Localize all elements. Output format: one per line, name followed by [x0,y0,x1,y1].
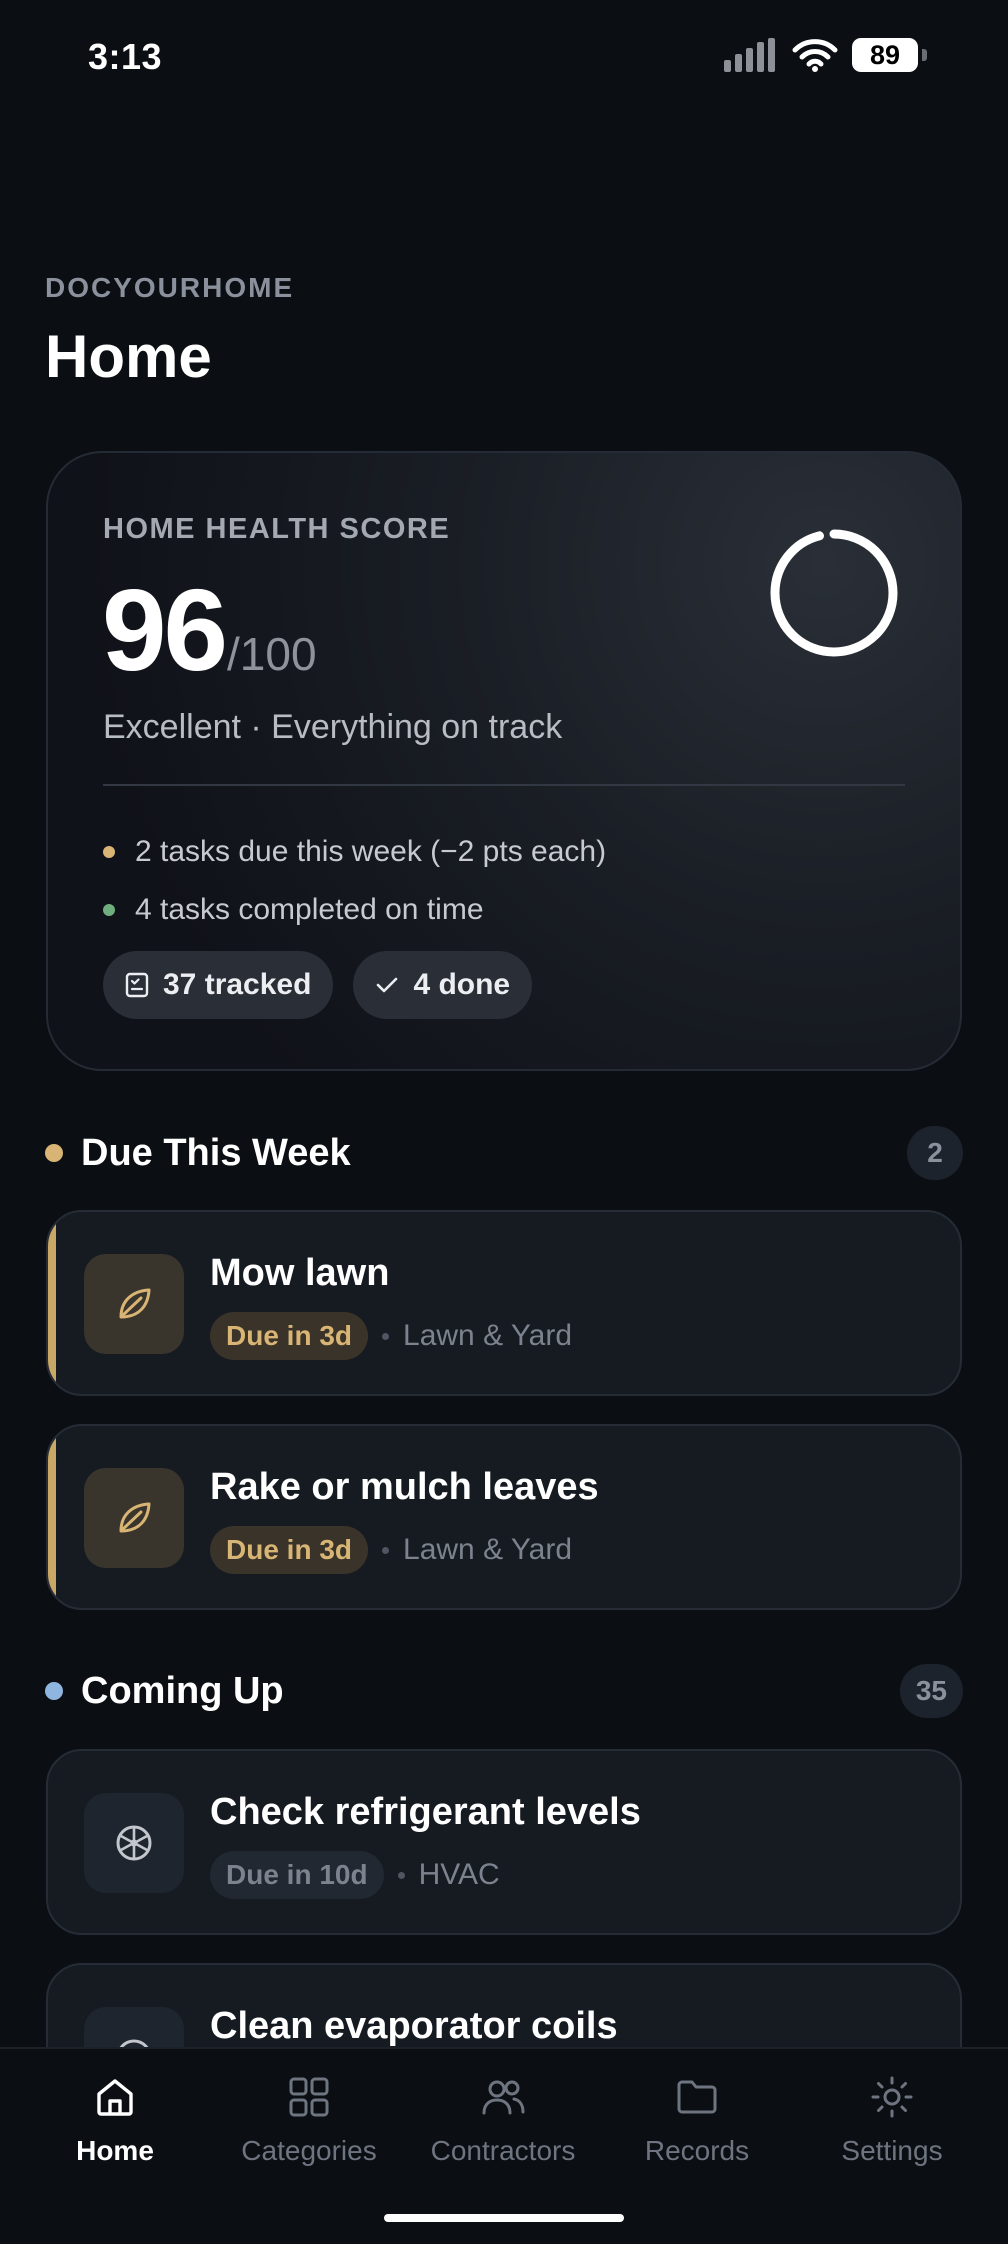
checklist-icon [125,972,149,998]
task-meta: Due in 10d HVAC [210,1851,500,1899]
nav-label: Settings [841,2135,943,2166]
health-chips: 37 tracked 4 done [103,951,533,1019]
bullet-text: 4 tasks completed on time [135,893,484,926]
section-count: 2 [907,1126,963,1180]
fan-icon [84,1793,184,1893]
task-title: Rake or mulch leaves [210,1466,599,1508]
health-score-ring [770,529,898,657]
task-card-mow-lawn[interactable]: Mow lawn Due in 3d Lawn & Yard [46,1210,962,1396]
people-icon [482,2080,525,2115]
nav-home[interactable]: Home [25,2073,205,2167]
nav-settings[interactable]: Settings [802,2073,982,2167]
grid-icon [289,2077,329,2117]
task-meta: Due in 3d Lawn & Yard [210,1526,572,1574]
meta-separator [397,1871,405,1879]
task-title: Mow lawn [210,1252,390,1294]
health-score-value: 96 [102,565,228,695]
divider [103,784,905,786]
signal-icon [724,38,775,72]
bullet-text: 2 tasks due this week (−2 pts each) [135,835,607,868]
task-card-check-refrigerant[interactable]: Check refrigerant levels Due in 10d HVAC [46,1749,962,1935]
task-card-rake-leaves[interactable]: Rake or mulch leaves Due in 3d Lawn & Ya… [46,1424,962,1610]
leaf-icon [84,1468,184,1568]
task-title: Clean evaporator coils [210,2005,618,2047]
task-category: Lawn & Yard [403,1533,573,1566]
task-title: Check refrigerant levels [210,1791,641,1833]
brand-label: DOCYOURHOME [45,272,295,303]
nav-categories[interactable]: Categories [219,2073,399,2167]
nav-records[interactable]: Records [607,2073,787,2167]
folder-icon [677,2080,717,2114]
sun-icon [871,2076,913,2118]
meta-separator [382,1332,390,1340]
due-badge: Due in 3d [210,1526,369,1574]
nav-label: Contractors [430,2135,576,2166]
nav-contractors[interactable]: Contractors [413,2073,593,2167]
done-chip[interactable]: 4 done [353,951,533,1019]
health-bullet-due: 2 tasks due this week (−2 pts each) [103,835,606,869]
health-score-card[interactable]: HOME HEALTH SCORE 96 /100 Excellent · Ev… [46,451,962,1071]
due-badge: Due in 10d [210,1851,384,1899]
task-category: Lawn & Yard [403,1319,573,1352]
nav-label: Records [644,2135,750,2166]
section-dot [45,1682,63,1700]
section-coming-up: Coming Up 35 [45,1661,963,1721]
leaf-icon [84,1254,184,1354]
health-score: 96 /100 [102,563,317,697]
page-title: Home [45,323,212,390]
wifi-icon [792,39,838,72]
status-time: 3:13 [88,36,163,77]
section-count: 35 [899,1664,963,1718]
section-due-this-week: Due This Week 2 [45,1123,963,1183]
meta-separator [382,1546,390,1554]
nav-label: Home [76,2135,154,2166]
health-bullet-completed: 4 tasks completed on time [103,893,484,927]
status-icons: 89 [724,38,927,72]
section-dot [45,1144,63,1162]
health-score-label: HOME HEALTH SCORE [103,513,451,545]
tracked-chip[interactable]: 37 tracked [103,951,334,1019]
section-title: Due This Week [81,1131,351,1174]
health-score-max: /100 [227,628,317,680]
section-title: Coming Up [81,1669,284,1712]
bullet-dot [103,846,115,858]
done-count: 4 done [413,968,511,1001]
status-bar: 3:13 89 [0,0,1008,110]
home-icon [97,2079,133,2116]
health-status-text: Excellent · Everything on track [103,708,563,746]
due-badge: Due in 3d [210,1312,369,1360]
battery-indicator: 89 [852,38,927,72]
task-meta: Due in 3d Lawn & Yard [210,1312,572,1360]
tracked-count: 37 tracked [163,968,312,1001]
health-score-ring-progress [770,529,898,657]
check-icon [377,977,398,993]
nav-label: Categories [241,2135,377,2166]
task-category: HVAC [418,1858,500,1891]
bullet-dot [103,904,115,916]
home-indicator [384,2214,624,2222]
